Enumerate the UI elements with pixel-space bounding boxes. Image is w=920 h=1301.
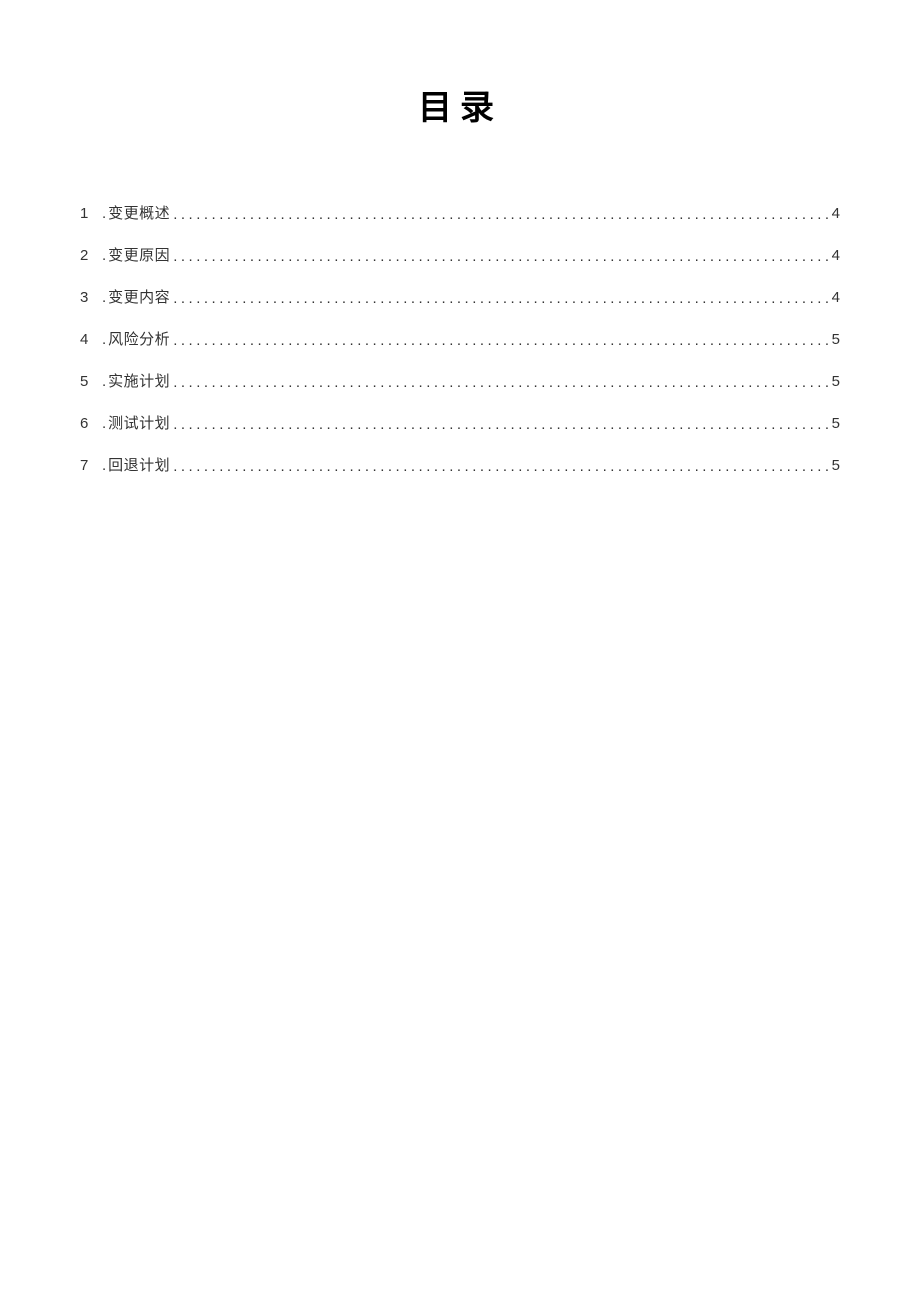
toc-number: 7 <box>80 455 94 476</box>
toc-leader <box>173 372 829 393</box>
toc-page-number: 5 <box>830 455 840 476</box>
toc-number: 5 <box>80 371 94 392</box>
toc-number: 3 <box>80 287 94 308</box>
toc-separator: . <box>102 203 106 224</box>
toc-separator: . <box>102 245 106 266</box>
toc-entry: 3 . 变更内容 4 <box>80 287 840 309</box>
toc-separator: . <box>102 413 106 434</box>
toc-leader <box>173 414 829 435</box>
toc-entry: 6 . 测试计划 5 <box>80 413 840 435</box>
toc-number: 2 <box>80 245 94 266</box>
toc-label: 测试计划 <box>108 414 170 435</box>
toc-leader <box>173 456 829 477</box>
toc-page-number: 4 <box>830 203 840 224</box>
toc-separator: . <box>102 329 106 350</box>
toc-label: 变更概述 <box>108 204 170 225</box>
toc-page-number: 5 <box>830 329 840 350</box>
toc-separator: . <box>102 287 106 308</box>
toc-number: 4 <box>80 329 94 350</box>
toc-page-number: 5 <box>830 413 840 434</box>
page-title: 目录 <box>0 80 920 129</box>
toc-leader <box>173 246 829 267</box>
toc-entry: 4 . 风险分析 5 <box>80 329 840 351</box>
toc-separator: . <box>102 455 106 476</box>
toc-page-number: 4 <box>830 287 840 308</box>
table-of-contents: 1 . 变更概述 4 2 . 变更原因 4 3 . 变更内容 4 4 . 风险分… <box>0 203 920 477</box>
toc-label: 变更原因 <box>108 246 170 267</box>
toc-label: 回退计划 <box>108 456 170 477</box>
toc-leader <box>173 330 829 351</box>
toc-entry: 2 . 变更原因 4 <box>80 245 840 267</box>
toc-page-number: 4 <box>830 245 840 266</box>
toc-label: 实施计划 <box>108 372 170 393</box>
toc-separator: . <box>102 371 106 392</box>
toc-label: 风险分析 <box>108 330 170 351</box>
toc-number: 1 <box>80 203 94 224</box>
toc-entry: 5 . 实施计划 5 <box>80 371 840 393</box>
toc-entry: 7 . 回退计划 5 <box>80 455 840 477</box>
toc-leader <box>173 288 829 309</box>
toc-page-number: 5 <box>830 371 840 392</box>
toc-entry: 1 . 变更概述 4 <box>80 203 840 225</box>
toc-label: 变更内容 <box>108 288 170 309</box>
toc-leader <box>173 204 829 225</box>
toc-number: 6 <box>80 413 94 434</box>
